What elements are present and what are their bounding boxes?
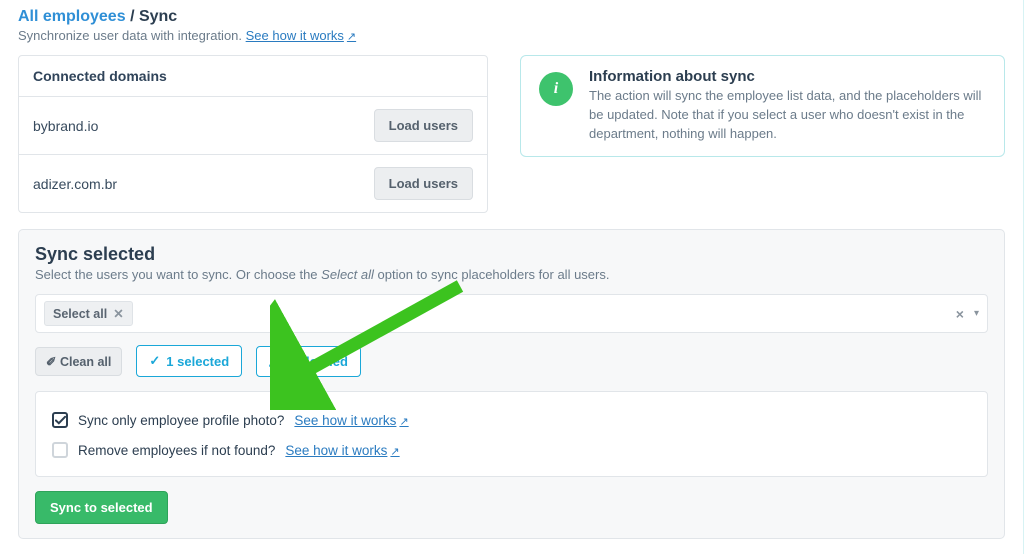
load-users-button[interactable]: Load users: [374, 109, 473, 142]
connected-domains-header: Connected domains: [19, 56, 487, 97]
breadcrumb-root[interactable]: All employees: [18, 8, 126, 25]
info-title: Information about sync: [589, 68, 986, 85]
sync-to-selected-button[interactable]: Sync to selected: [35, 491, 168, 524]
info-panel: i Information about sync The action will…: [520, 55, 1005, 157]
remove-not-found-label: Remove employees if not found?: [78, 443, 275, 458]
sync-panel: Sync selected Select the users you want …: [18, 229, 1005, 539]
info-icon: i: [539, 72, 573, 106]
sync-description: Select the users you want to sync. Or ch…: [35, 267, 988, 282]
dropdown-caret-icon[interactable]: ▾: [974, 308, 979, 319]
users-icon: [269, 355, 284, 367]
domain-row: adizer.com.br Load users: [19, 155, 487, 212]
sync-photo-checkbox[interactable]: [52, 412, 68, 428]
select-all-chip[interactable]: Select all ✕: [44, 301, 133, 326]
loaded-count-pill[interactable]: 4 loaded: [256, 346, 361, 377]
info-body: The action will sync the employee list d…: [589, 87, 986, 144]
external-link-icon: ↗: [399, 416, 408, 428]
external-link-icon: ↗: [347, 31, 356, 43]
connected-domains-card: Connected domains bybrand.io Load users …: [18, 55, 488, 213]
sync-options: Sync only employee profile photo? See ho…: [35, 391, 988, 477]
external-link-icon: ↗: [390, 446, 399, 458]
domain-row: bybrand.io Load users: [19, 97, 487, 155]
eraser-icon: ✐: [46, 355, 56, 369]
breadcrumb-current: Sync: [139, 8, 177, 25]
clear-field-icon[interactable]: ×: [956, 306, 964, 322]
breadcrumb: All employees / Sync: [18, 8, 1005, 26]
how-it-works-link[interactable]: See how it works↗: [285, 443, 399, 458]
check-icon: [55, 415, 66, 426]
selected-count-pill[interactable]: ✓ 1 selected: [136, 345, 242, 377]
how-it-works-link[interactable]: See how it works↗: [294, 413, 408, 428]
sync-photo-label: Sync only employee profile photo?: [78, 413, 284, 428]
clean-all-button[interactable]: ✐ Clean all: [35, 347, 122, 376]
how-it-works-link[interactable]: See how it works↗: [246, 28, 356, 43]
sync-title: Sync selected: [35, 244, 988, 265]
user-select-field[interactable]: Select all ✕ × ▾: [35, 294, 988, 333]
page-subtitle: Synchronize user data with integration. …: [18, 28, 1005, 43]
domain-name: bybrand.io: [33, 118, 98, 134]
chip-remove-icon[interactable]: ✕: [113, 306, 123, 321]
domain-name: adizer.com.br: [33, 176, 117, 192]
remove-not-found-checkbox[interactable]: [52, 442, 68, 458]
check-icon: ✓: [149, 353, 160, 369]
load-users-button[interactable]: Load users: [374, 167, 473, 200]
